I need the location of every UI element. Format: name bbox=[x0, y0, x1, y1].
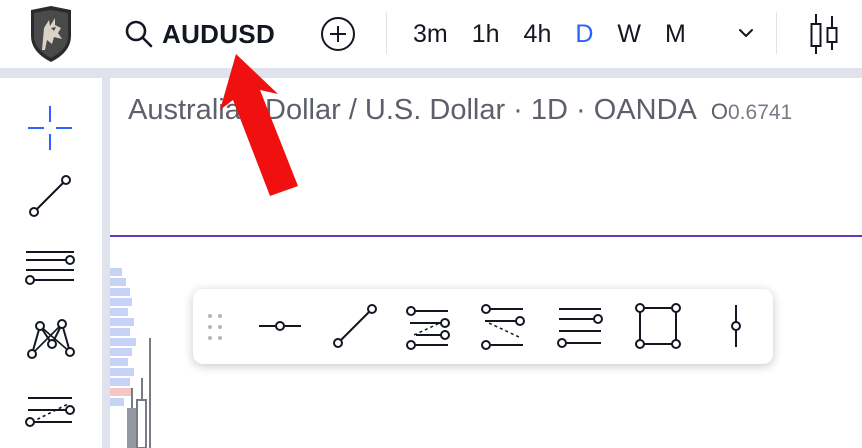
layout-gap bbox=[102, 78, 110, 448]
horizontal-lines-tool[interactable] bbox=[555, 301, 605, 351]
brand-logo-icon[interactable] bbox=[27, 6, 75, 62]
vertical-line-tool[interactable] bbox=[711, 301, 761, 351]
interval-m[interactable]: M bbox=[653, 20, 698, 49]
interval-w[interactable]: W bbox=[605, 20, 653, 49]
interval-d[interactable]: D bbox=[563, 20, 605, 49]
trend-line-icon[interactable] bbox=[22, 168, 78, 224]
trend-line-tool[interactable] bbox=[330, 301, 380, 351]
annotation-arrow-icon bbox=[220, 54, 298, 196]
chevron-down-icon[interactable] bbox=[735, 22, 757, 44]
layout-gap bbox=[0, 68, 862, 78]
toolbar-divider bbox=[386, 12, 387, 54]
candles-chart-type-icon[interactable] bbox=[808, 12, 840, 56]
disjoint-channel-tool[interactable] bbox=[479, 301, 529, 351]
horizontal-lines-icon[interactable] bbox=[22, 238, 78, 294]
toolbar-divider bbox=[776, 12, 777, 54]
crosshair-icon[interactable] bbox=[22, 100, 78, 156]
interval-1h[interactable]: 1h bbox=[460, 20, 512, 49]
price-line bbox=[110, 235, 862, 237]
floating-drawing-panel bbox=[193, 289, 773, 364]
interval-4h[interactable]: 4h bbox=[512, 20, 564, 49]
symbol-search-button[interactable]: AUDUSD bbox=[124, 14, 275, 54]
horizontal-ray-icon bbox=[259, 321, 301, 331]
search-icon bbox=[125, 20, 153, 48]
symbol-name: AUDUSD bbox=[162, 18, 276, 49]
pattern-icon[interactable] bbox=[22, 310, 78, 366]
legend-open-value: 0.6741 bbox=[728, 101, 793, 124]
parallel-channel-tool[interactable] bbox=[404, 301, 454, 351]
top-toolbar: AUDUSD 3m 1h 4h D W M bbox=[0, 0, 862, 68]
trend-line-icon bbox=[333, 304, 377, 348]
rectangle-tool[interactable] bbox=[633, 301, 683, 351]
disjoint-channel-icon bbox=[481, 304, 525, 350]
interval-3m[interactable]: 3m bbox=[401, 20, 460, 49]
compare-add-symbol-button[interactable] bbox=[320, 16, 356, 52]
drawing-toolbar bbox=[0, 78, 102, 448]
horizontal-lines-icon bbox=[557, 308, 603, 348]
parallel-channel-icon bbox=[406, 306, 450, 350]
drag-handle-icon[interactable] bbox=[205, 311, 225, 343]
vertical-line-icon bbox=[731, 305, 741, 347]
fib-icon[interactable] bbox=[22, 384, 78, 440]
rectangle-icon bbox=[635, 303, 681, 349]
legend-open-label: O bbox=[710, 99, 728, 124]
interval-group: 3m 1h 4h D W M bbox=[401, 14, 698, 54]
horizontal-ray-tool[interactable] bbox=[255, 301, 305, 351]
